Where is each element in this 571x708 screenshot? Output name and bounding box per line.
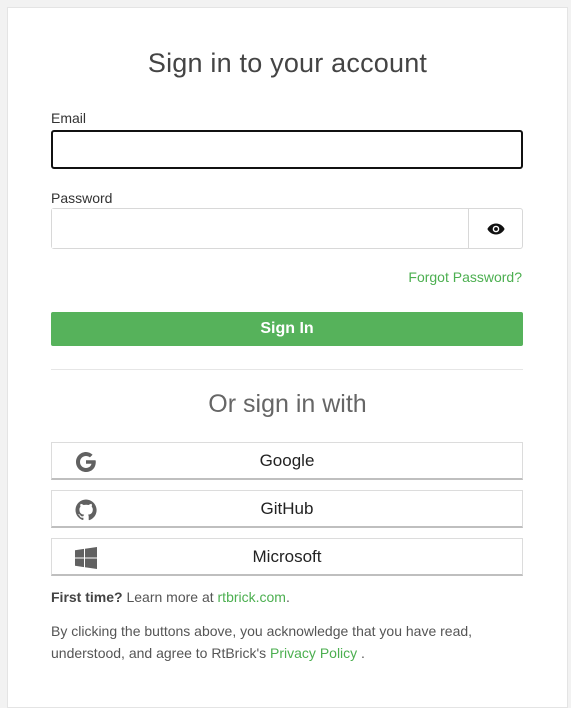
github-label: GitHub <box>260 499 314 518</box>
microsoft-label: Microsoft <box>252 547 322 566</box>
microsoft-sign-in-button[interactable]: Microsoft <box>51 538 523 576</box>
eye-icon <box>486 223 505 234</box>
password-label: Password <box>51 190 113 206</box>
password-field[interactable] <box>52 209 470 248</box>
terms-suffix: . <box>357 645 365 661</box>
first-time-note: First time? Learn more at rtbrick.com. <box>51 589 290 605</box>
github-sign-in-button[interactable]: GitHub <box>51 490 523 528</box>
first-time-bold: First time? <box>51 589 123 605</box>
divider <box>51 369 523 370</box>
forgot-password-link[interactable]: Forgot Password? <box>408 269 522 285</box>
terms-body: By clicking the buttons above, you ackno… <box>51 623 473 661</box>
first-time-suffix: . <box>285 589 290 605</box>
rtbrick-link[interactable]: rtbrick.com <box>218 589 286 605</box>
email-label: Email <box>51 110 87 126</box>
page-title: Sign in to your account <box>147 48 428 78</box>
show-password-button[interactable] <box>468 209 522 248</box>
email-field[interactable] <box>51 130 523 169</box>
google-label: Google <box>259 451 315 470</box>
login-card: Sign in to your account Email Password F… <box>7 7 568 708</box>
sign-in-button[interactable]: Sign In <box>51 312 523 346</box>
or-sign-in-with-heading: Or sign in with <box>208 390 367 418</box>
terms-text: By clicking the buttons above, you ackno… <box>51 620 531 664</box>
privacy-policy-link[interactable]: Privacy Policy <box>270 645 357 661</box>
google-sign-in-button[interactable]: Google <box>51 442 523 480</box>
password-group <box>51 208 523 249</box>
first-time-text: Learn more at <box>122 589 218 605</box>
